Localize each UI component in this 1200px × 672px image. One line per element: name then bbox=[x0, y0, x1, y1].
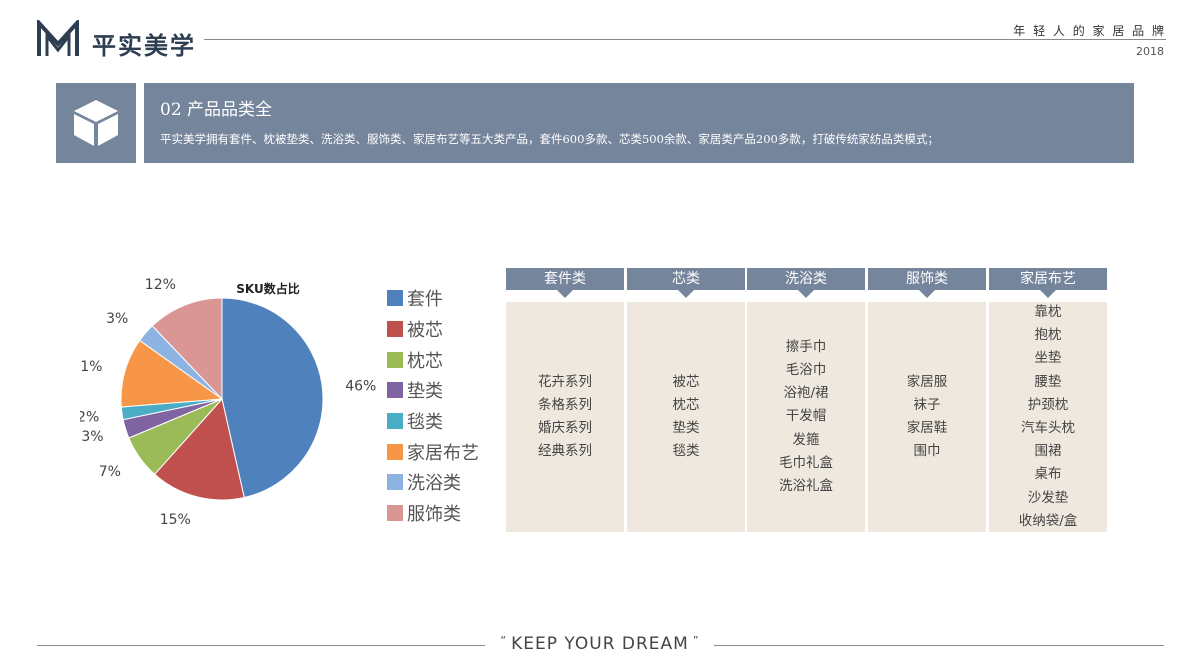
pie-data-label: 7% bbox=[99, 464, 121, 480]
pie-data-label: 3% bbox=[81, 429, 103, 445]
legend-label: 被芯 bbox=[407, 320, 443, 342]
legend-item: 套件 bbox=[387, 283, 479, 314]
category-column: 服饰类家居服袜子家居鞋围巾 bbox=[868, 268, 986, 532]
legend-label: 服饰类 bbox=[407, 504, 461, 526]
category-header: 家居布艺 bbox=[989, 268, 1107, 298]
brand-name: 平实美学 bbox=[92, 31, 196, 60]
section-description: 平实美学拥有套件、枕被垫类、洗浴类、服饰类、家居布艺等五大类产品，套件600多款… bbox=[160, 132, 939, 146]
category-header: 服饰类 bbox=[868, 268, 986, 298]
category-item: 坐垫 bbox=[1034, 350, 1062, 367]
category-item: 收纳袋/盒 bbox=[1018, 512, 1078, 529]
section-title: 02 产品品类全 bbox=[160, 100, 273, 120]
legend-item: 被芯 bbox=[387, 314, 479, 345]
category-item: 袜子 bbox=[913, 396, 941, 413]
header-year: 2018 bbox=[1136, 45, 1164, 58]
category-item: 洗浴礼盒 bbox=[779, 478, 833, 494]
pie-data-label: 15% bbox=[160, 512, 191, 525]
category-body: 被芯 枕芯 垫类 毯类 bbox=[627, 302, 745, 532]
legend-swatch bbox=[387, 382, 403, 399]
category-column: 套件类花卉系列条格系列婚庆系列经典系列 bbox=[506, 268, 624, 532]
category-body: 家居服袜子家居鞋围巾 bbox=[868, 302, 986, 532]
legend-swatch bbox=[387, 413, 403, 430]
category-item: 婚庆系列 bbox=[538, 420, 592, 436]
section-icon-box bbox=[56, 83, 136, 163]
header-divider bbox=[204, 39, 1166, 40]
footer-slogan: “KEEP YOUR DREAM” bbox=[492, 634, 708, 654]
footer-divider-left bbox=[37, 645, 485, 646]
cube-icon bbox=[74, 100, 118, 146]
category-body: 靠枕抱枕坐垫腰垫护颈枕汽车头枕围裙桌布沙发垫收纳袋/盒 bbox=[989, 302, 1107, 532]
category-item: 家居鞋 bbox=[906, 420, 948, 436]
legend-label: 枕芯 bbox=[407, 350, 443, 372]
footer-text: KEEP YOUR DREAM bbox=[511, 634, 689, 654]
footer-close-quote: ” bbox=[692, 634, 700, 647]
category-item: 沙发垫 bbox=[1027, 489, 1069, 506]
category-item: 汽车头枕 bbox=[1021, 420, 1075, 436]
category-body: 擦手巾毛浴巾浴袍/裙干发帽发箍毛巾礼盒洗浴礼盒 bbox=[747, 302, 865, 532]
legend-swatch bbox=[387, 351, 403, 368]
category-item: 花卉系列 bbox=[538, 373, 592, 390]
legend-swatch bbox=[387, 321, 403, 338]
category-header: 套件类 bbox=[506, 268, 624, 298]
category-item: 腰垫 bbox=[1034, 373, 1062, 390]
legend-item: 垫类 bbox=[387, 375, 479, 406]
category-body: 花卉系列条格系列婚庆系列经典系列 bbox=[506, 302, 624, 532]
category-item: 发箍 bbox=[792, 431, 820, 448]
legend-label: 洗浴类 bbox=[407, 473, 461, 495]
category-item: 毛浴巾 bbox=[785, 361, 827, 378]
pie-data-label: 12% bbox=[145, 277, 176, 293]
category-item: 毛巾礼盒 bbox=[779, 454, 833, 471]
category-item: 家居服 bbox=[906, 373, 948, 390]
legend-item: 洗浴类 bbox=[387, 467, 479, 498]
sku-pie-chart: SKU数占比 46% 15% 7% 3% 2% 11% 3% 12% bbox=[80, 275, 380, 525]
legend-swatch bbox=[387, 290, 403, 307]
chart-legend: 套件被芯枕芯垫类毯类家居布艺洗浴类服饰类 bbox=[387, 283, 479, 529]
category-item: 抱枕 bbox=[1034, 327, 1062, 344]
legend-label: 垫类 bbox=[407, 381, 443, 403]
logo-mark-icon bbox=[37, 20, 79, 56]
brand-tagline: 年 轻 人 的 家 居 品 牌 bbox=[1013, 24, 1166, 38]
pie-data-label: 46% bbox=[345, 378, 376, 394]
legend-swatch bbox=[387, 474, 403, 491]
category-item: 桌布 bbox=[1034, 466, 1062, 483]
category-item: 浴袍/裙 bbox=[783, 385, 829, 402]
legend-label: 套件 bbox=[407, 289, 443, 311]
category-item: 经典系列 bbox=[538, 443, 592, 460]
category-item: 毯类 bbox=[672, 443, 700, 460]
legend-item: 枕芯 bbox=[387, 344, 479, 375]
legend-swatch bbox=[387, 505, 403, 522]
category-item: 围巾 bbox=[913, 443, 941, 460]
category-item: 枕芯 bbox=[672, 396, 700, 413]
category-item: 靠枕 bbox=[1034, 303, 1062, 320]
category-header: 芯类 bbox=[627, 268, 745, 298]
footer-open-quote: “ bbox=[500, 634, 508, 647]
section-banner: 02 产品品类全 平实美学拥有套件、枕被垫类、洗浴类、服饰类、家居布艺等五大类产… bbox=[144, 83, 1134, 163]
category-column: 洗浴类擦手巾毛浴巾浴袍/裙干发帽发箍毛巾礼盒洗浴礼盒 bbox=[747, 268, 865, 532]
category-item: 围裙 bbox=[1034, 443, 1062, 460]
pie-chart-svg: SKU数占比 46% 15% 7% 3% 2% 11% 3% 12% bbox=[80, 277, 376, 525]
category-item: 条格系列 bbox=[538, 396, 592, 413]
legend-item: 服饰类 bbox=[387, 498, 479, 529]
chart-title: SKU数占比 bbox=[236, 281, 299, 296]
category-item: 干发帽 bbox=[785, 408, 827, 425]
category-header: 洗浴类 bbox=[747, 268, 865, 298]
legend-swatch bbox=[387, 443, 403, 460]
category-column: 家居布艺靠枕抱枕坐垫腰垫护颈枕汽车头枕围裙桌布沙发垫收纳袋/盒 bbox=[989, 268, 1107, 532]
legend-item: 家居布艺 bbox=[387, 436, 479, 467]
pie-data-label: 11% bbox=[80, 359, 102, 375]
pie-data-label: 2% bbox=[80, 410, 99, 426]
category-column: 芯类被芯枕芯垫类毯类 bbox=[627, 268, 745, 532]
category-item: 被芯 bbox=[672, 373, 700, 390]
brand-logo bbox=[36, 20, 80, 58]
category-item: 擦手巾 bbox=[785, 338, 827, 355]
category-item: 垫类 bbox=[672, 420, 700, 436]
legend-label: 家居布艺 bbox=[407, 442, 479, 464]
legend-item: 毯类 bbox=[387, 406, 479, 437]
category-item: 护颈枕 bbox=[1027, 396, 1069, 413]
legend-label: 毯类 bbox=[407, 412, 443, 434]
pie-data-label: 3% bbox=[106, 311, 128, 327]
footer-divider-right bbox=[714, 645, 1164, 646]
